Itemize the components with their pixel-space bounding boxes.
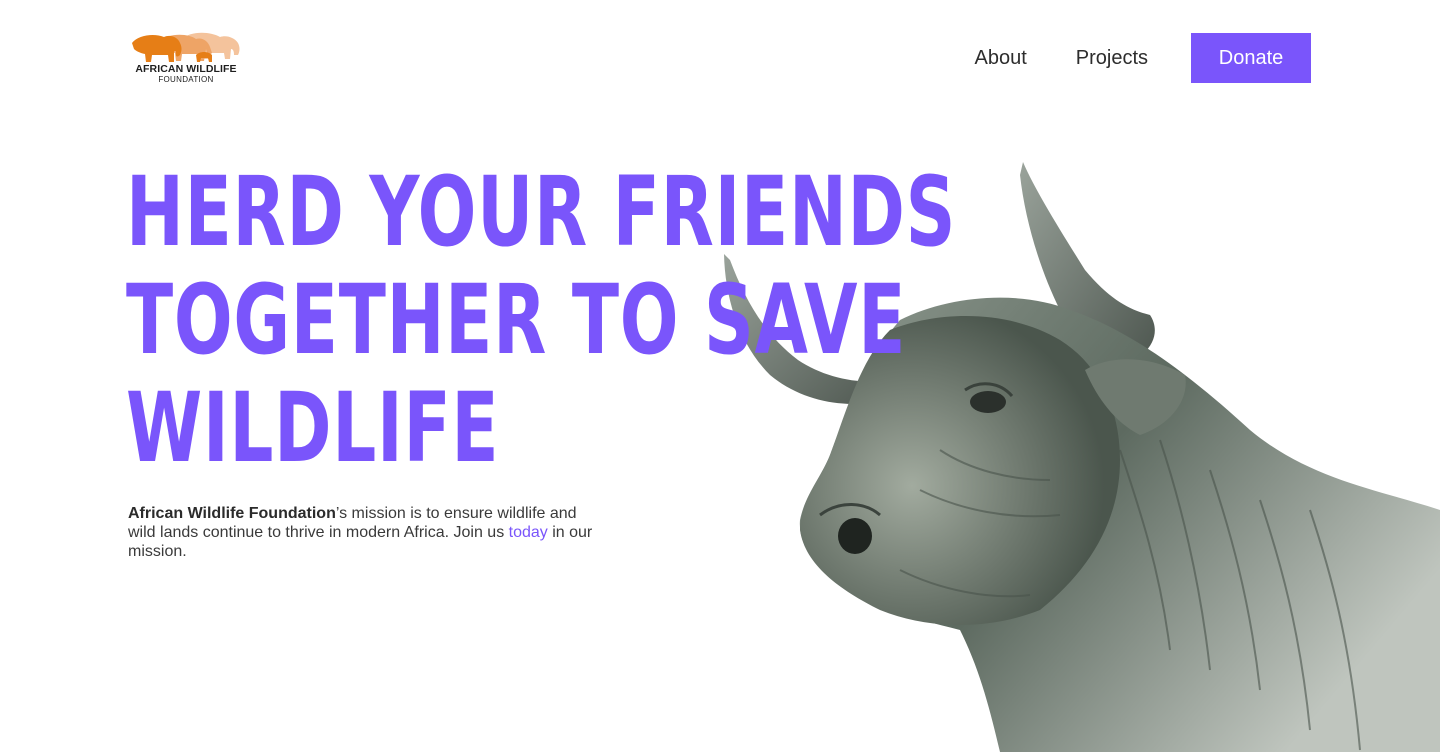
- mission-paragraph: African Wildlife Foundation’s mission is…: [128, 504, 608, 561]
- logo-title: AFRICAN WILDLIFE: [135, 63, 237, 75]
- logo-link[interactable]: AFRICAN WILDLIFE FOUNDATION: [130, 29, 242, 85]
- bull-eye: [970, 391, 1006, 413]
- main-nav: About Projects Donate: [974, 33, 1311, 83]
- logo-subtitle: FOUNDATION: [158, 75, 214, 84]
- elephant-herd-logo-icon: [132, 32, 240, 62]
- headline-line: WILDLIFE: [126, 372, 500, 484]
- nav-projects-link[interactable]: Projects: [1076, 47, 1148, 70]
- donate-button[interactable]: Donate: [1191, 33, 1311, 83]
- bull-nostril: [838, 518, 872, 554]
- headline-line: TOGETHER TO SAVE: [126, 264, 907, 376]
- hero-headline: HERD YOUR FRIENDS TOGETHER TO SAVE WILDL…: [126, 156, 957, 484]
- nav-about-link[interactable]: About: [974, 47, 1026, 70]
- headline-line: HERD YOUR FRIENDS: [126, 156, 957, 268]
- org-name: African Wildlife Foundation: [128, 505, 336, 522]
- today-link[interactable]: today: [509, 524, 548, 541]
- landing-page: AFRICAN WILDLIFE FOUNDATION About Projec…: [0, 0, 1440, 752]
